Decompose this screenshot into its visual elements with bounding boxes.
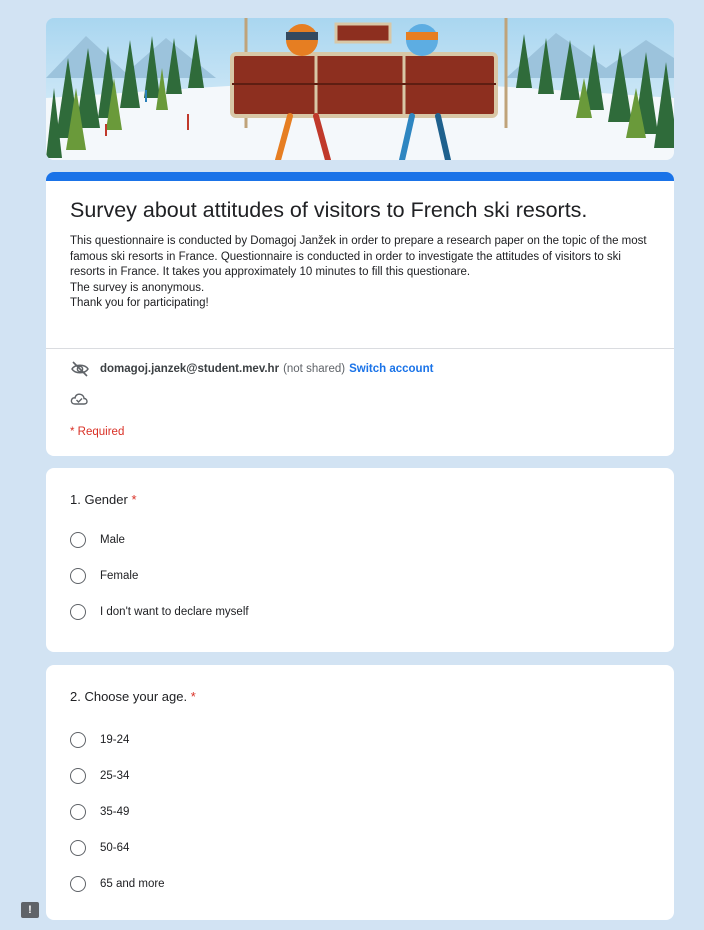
option-label: 65 and more (100, 878, 165, 890)
radio-button[interactable] (70, 804, 86, 820)
description-line: Thank you for participating! (70, 297, 209, 309)
cloud-check-icon (70, 392, 88, 411)
accent-bar (46, 172, 674, 181)
question-card-gender: 1. Gender * Male Female I don't want to … (46, 468, 674, 652)
option-label: 50-64 (100, 842, 130, 854)
radio-option-19-24[interactable]: 19-24 (70, 732, 129, 748)
question-title: 2. Choose your age. * (70, 689, 196, 704)
radio-button[interactable] (70, 568, 86, 584)
description-line: The survey is anonymous. (70, 281, 205, 294)
question-title-text: 1. Gender (70, 492, 128, 507)
radio-button[interactable] (70, 604, 86, 620)
not-shared-label: (not shared) (283, 363, 346, 375)
radio-option-25-34[interactable]: 25-34 (70, 768, 129, 784)
eye-off-icon (70, 361, 90, 377)
radio-option-female[interactable]: Female (70, 568, 138, 584)
form-description: This questionnaire is conducted by Domag… (70, 234, 652, 312)
option-label: 19-24 (100, 734, 130, 746)
question-card-age: 2. Choose your age. * 19-24 25-34 35-49 … (46, 665, 674, 920)
description-paragraph: This questionnaire is conducted by Domag… (70, 235, 647, 278)
option-label: I don't want to declare myself (100, 606, 249, 618)
question-title-text: 2. Choose your age. (70, 689, 188, 704)
option-label: Female (100, 570, 139, 582)
radio-button[interactable] (70, 532, 86, 548)
form-title: Survey about attitudes of visitors to Fr… (70, 198, 588, 222)
divider (46, 348, 674, 349)
required-asterisk: * (190, 689, 196, 704)
radio-button[interactable] (70, 876, 86, 892)
account-row: domagoj.janzek@student.mev.hr (not share… (70, 360, 433, 378)
required-asterisk: * (131, 492, 137, 507)
option-label: 25-34 (100, 770, 130, 782)
form-header-card: Survey about attitudes of visitors to Fr… (46, 172, 674, 456)
question-title: 1. Gender * (70, 492, 137, 507)
radio-option-no-declare[interactable]: I don't want to declare myself (70, 604, 249, 620)
report-feedback-icon[interactable]: ! (21, 902, 39, 918)
radio-option-35-49[interactable]: 35-49 (70, 804, 129, 820)
option-label: 35-49 (100, 806, 130, 818)
radio-button[interactable] (70, 732, 86, 748)
form-page: Survey about attitudes of visitors to Fr… (0, 0, 704, 930)
required-note: * Required (70, 426, 125, 438)
radio-option-male[interactable]: Male (70, 532, 125, 548)
switch-account-link[interactable]: Switch account (349, 363, 433, 375)
radio-button[interactable] (70, 840, 86, 856)
radio-option-50-64[interactable]: 50-64 (70, 840, 129, 856)
account-email: domagoj.janzek@student.mev.hr (100, 363, 280, 375)
option-label: Male (100, 534, 125, 546)
header-banner-image (46, 18, 674, 160)
radio-option-65-plus[interactable]: 65 and more (70, 876, 165, 892)
radio-button[interactable] (70, 768, 86, 784)
